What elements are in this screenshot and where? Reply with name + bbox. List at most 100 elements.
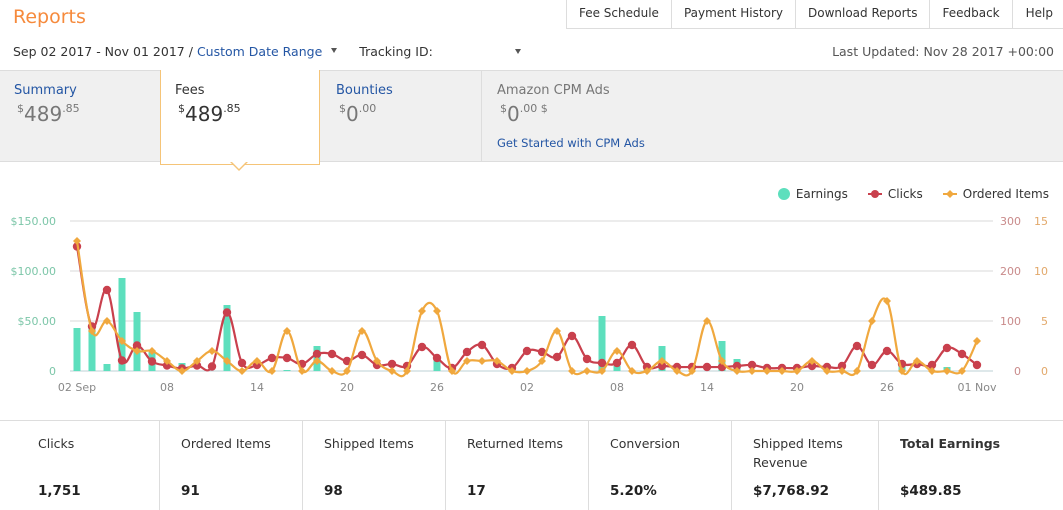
stat-shipped-items-revenue: Shipped Items Revenue $7,768.92 <box>732 421 879 510</box>
clicks-point <box>567 331 577 341</box>
clicks-point <box>267 353 277 363</box>
tab-summary[interactable]: Summary $489.85 <box>0 71 160 161</box>
stat-clicks: Clicks 1,751 <box>0 421 160 510</box>
y-right-ordered-tick-label: 15 <box>1034 215 1048 228</box>
currency-symbol: $ <box>17 102 24 115</box>
stat-label: Total Earnings <box>900 436 1001 451</box>
summary-tabs: Summary $489.85 Fees $489.85 Bounties $0… <box>0 70 1063 165</box>
amount-cents: .85 <box>223 102 241 115</box>
legend-clicks-label: Clicks <box>887 187 923 201</box>
clicks-point <box>417 342 427 352</box>
y-right-ordered-tick-label: 5 <box>1041 315 1048 328</box>
ordered-items-line <box>75 240 978 378</box>
nav-fee-schedule[interactable]: Fee Schedule <box>567 0 672 28</box>
clicks-point <box>282 353 292 363</box>
clicks-point <box>147 357 157 366</box>
x-tick-label: 02 <box>520 381 534 394</box>
clicks-point <box>432 353 442 363</box>
tab-summary-label: Summary <box>14 83 77 98</box>
clicks-point <box>357 350 367 360</box>
tab-bounties[interactable]: Bounties $0.00 <box>320 71 482 161</box>
cpm-ads-get-started-link[interactable]: Get Started with CPM Ads <box>497 136 732 150</box>
y-right-ordered-tick-label: 0 <box>1041 365 1048 378</box>
clicks-point <box>207 362 217 371</box>
x-tick-label: 01 Nov <box>958 381 997 394</box>
clicks-point <box>102 285 112 295</box>
date-range-dropdown-icon[interactable] <box>331 48 338 53</box>
stat-value: 98 <box>324 483 343 499</box>
clicks-point <box>957 349 967 359</box>
nav-help[interactable]: Help <box>1013 0 1063 28</box>
legend-ordered-items[interactable]: Ordered Items <box>942 187 1049 201</box>
nav-feedback[interactable]: Feedback <box>930 0 1013 28</box>
tab-bounties-amount: $0.00 <box>336 102 481 126</box>
y-left-tick-label: $50.00 <box>18 315 57 328</box>
stat-label: Shipped Items <box>324 436 414 451</box>
y-right-clicks-tick-label: 300 <box>1000 215 1021 228</box>
currency-symbol: $ <box>339 102 346 115</box>
amount-suffix: $ <box>537 102 548 115</box>
earnings-chart: 0 0 0 $50.00 100 5 $100.00 200 10 $150.00 300 15 02 … <box>11 215 1049 394</box>
tab-fees-amount: $489.85 <box>175 102 319 126</box>
x-tick-label: 08 <box>610 381 624 394</box>
x-tick-label: 14 <box>250 381 264 394</box>
earnings-bar <box>103 364 111 371</box>
stat-label: Returned Items <box>467 436 564 451</box>
date-range-text: Sep 02 2017 - Nov 01 2017 / <box>13 44 193 59</box>
legend-earnings[interactable]: Earnings <box>777 187 848 201</box>
ordered-items-point <box>523 367 531 375</box>
y-right-clicks-tick-label: 200 <box>1000 265 1021 278</box>
stat-label: Shipped Items Revenue <box>753 436 843 470</box>
legend-earnings-label: Earnings <box>795 187 848 201</box>
amount-cents: .00 <box>358 102 377 115</box>
page-title: Reports <box>13 6 86 28</box>
x-tick-label: 08 <box>160 381 174 394</box>
tab-cpm-ads[interactable]: Amazon CPM Ads $0.00 $ Get Started with … <box>482 71 732 161</box>
clicks-point <box>627 340 637 350</box>
date-range-link[interactable]: Custom Date Range <box>197 44 322 59</box>
tab-fees[interactable]: Fees $489.85 <box>160 70 320 165</box>
tab-summary-amount: $489.85 <box>14 102 160 126</box>
ordered-items-point <box>238 367 246 375</box>
y-right-clicks-tick-label: 0 <box>1014 365 1021 378</box>
stat-total-earnings: Total Earnings $489.85 <box>879 421 1063 510</box>
nav-download-reports[interactable]: Download Reports <box>796 0 931 28</box>
x-tick-label: 20 <box>340 381 354 394</box>
legend-ordered-items-label: Ordered Items <box>962 187 1049 201</box>
amount-cents: .85 <box>62 102 80 115</box>
clicks-point <box>552 352 562 362</box>
clicks-point <box>942 343 952 353</box>
earnings-bar <box>283 370 291 371</box>
x-tick-label: 26 <box>880 381 894 394</box>
ordered-items-point <box>478 357 486 365</box>
stat-label: Clicks <box>38 436 75 451</box>
clicks-point <box>222 308 232 317</box>
tracking-id-dropdown-icon[interactable] <box>515 49 521 54</box>
stat-conversion: Conversion 5.20% <box>589 421 732 510</box>
ordered-items-point <box>583 367 591 375</box>
amount-whole: 489 <box>24 102 63 126</box>
clicks-point <box>237 358 247 368</box>
clicks-point <box>477 340 487 350</box>
currency-symbol: $ <box>500 102 507 115</box>
stat-value: 17 <box>467 483 486 499</box>
stat-value: 1,751 <box>38 483 81 499</box>
y-left-tick-label: 0 <box>49 365 56 378</box>
y-left-tick-label: $100.00 <box>11 265 57 278</box>
y-right-ordered-tick-label: 10 <box>1034 265 1048 278</box>
legend-clicks[interactable]: Clicks <box>867 187 923 201</box>
ordered-items-marker-icon <box>942 190 957 198</box>
stat-value: 91 <box>181 483 200 499</box>
clicks-point <box>582 354 592 364</box>
clicks-marker-icon <box>867 190 882 198</box>
clicks-point <box>327 349 337 359</box>
tab-fees-label: Fees <box>175 83 205 98</box>
top-nav: Fee Schedule Payment History Download Re… <box>565 0 1063 29</box>
clicks-point <box>882 346 892 356</box>
clicks-point <box>387 359 397 369</box>
stat-value: $7,768.92 <box>753 483 830 499</box>
last-updated: Last Updated: Nov 28 2017 +00:00 <box>832 44 1054 59</box>
nav-payment-history[interactable]: Payment History <box>672 0 796 28</box>
tracking-id-label: Tracking ID: <box>359 44 433 59</box>
x-tick-label: 20 <box>790 381 804 394</box>
